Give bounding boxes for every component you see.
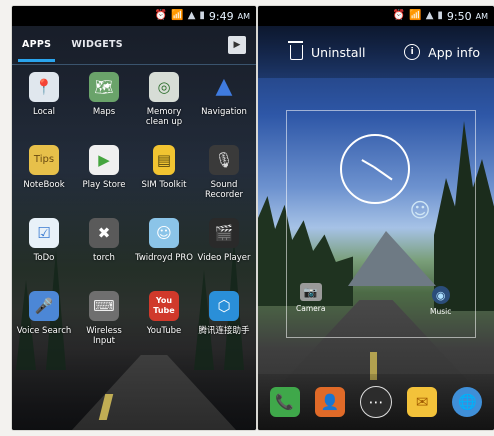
status-bar: ⏰ 📶 ▲ ▮ 9:50 AM <box>258 6 494 26</box>
app-sim-toolkit[interactable]: ▤ SIM Toolkit <box>134 145 194 218</box>
app-twidroyd-pro[interactable]: ☺ Twidroyd PRO <box>134 218 194 291</box>
app-voice-search[interactable]: 🎤 Voice Search <box>14 291 74 364</box>
drop-target-bar: Uninstall i App info <box>258 26 494 78</box>
play-store-icon[interactable]: ▶ <box>228 36 246 54</box>
app-info-target[interactable]: i App info <box>404 44 480 60</box>
status-ampm: AM <box>237 11 250 21</box>
todo-icon: ☑ <box>29 218 59 248</box>
memory-clean-icon: ◎ <box>149 72 179 102</box>
contacts-icon[interactable]: 👤 <box>314 387 345 417</box>
map-pin-icon: 📍 <box>29 72 59 102</box>
status-time: 9:50 <box>446 9 472 23</box>
app-label: 腾讯连接助手 <box>198 326 250 336</box>
app-label: torch <box>93 253 115 263</box>
app-label: Local <box>32 107 56 117</box>
torch-icon: ✖ <box>89 218 119 248</box>
microphone-icon: 🎙 <box>209 145 239 175</box>
voice-mic-icon: 🎤 <box>29 291 59 321</box>
app-video-player[interactable]: 🎬 Video Player <box>194 218 254 291</box>
email-icon[interactable]: ✉ <box>407 387 438 417</box>
dock: 📞 👤 ⋯ ✉ 🌐 <box>258 374 494 430</box>
tencent-assistant-icon: ⬡ <box>209 291 239 321</box>
app-sound-recorder[interactable]: 🎙 Sound Recorder <box>194 145 254 218</box>
status-ampm: AM <box>475 11 488 21</box>
app-play-store[interactable]: ▶ Play Store <box>74 145 134 218</box>
camera-icon: 📷 <box>299 283 322 301</box>
app-grid: 📍 Local 🗺 Maps ◎ Memory clean up ▲ Navigatio… <box>14 72 254 364</box>
app-label: NoteBook <box>23 180 65 190</box>
music-label: Music <box>430 307 452 316</box>
phone-icon[interactable]: 📞 <box>269 387 300 417</box>
alarm-icon: ⏰ <box>154 10 168 21</box>
keyboard-mouse-icon: ⌨ <box>89 291 119 321</box>
app-memory-clean-up[interactable]: ◎ Memory clean up <box>134 72 194 145</box>
app-label: ToDo <box>33 253 55 263</box>
clock-hour-hand <box>361 159 375 168</box>
signal-icon: ▲ <box>425 10 434 21</box>
wifi-icon: 📶 <box>409 10 422 21</box>
app-label: Maps <box>92 107 116 117</box>
app-notebook[interactable]: Tips NoteBook <box>14 145 74 218</box>
app-label: Voice Search <box>16 326 72 336</box>
trash-icon <box>288 40 303 60</box>
status-time: 9:49 <box>208 9 234 23</box>
play-store-icon: ▶ <box>89 145 119 175</box>
drawer-tabs: APPS WIDGETS <box>12 26 256 65</box>
sim-card-icon: ▤ <box>153 145 175 175</box>
app-label: Video Player <box>197 253 251 263</box>
tab-widgets[interactable]: WIDGETS <box>61 26 133 64</box>
tab-apps[interactable]: APPS <box>12 26 61 64</box>
youtube-icon: You Tube <box>149 291 179 321</box>
clock-minute-hand <box>373 166 393 181</box>
app-maps[interactable]: 🗺 Maps <box>74 72 134 145</box>
home-screen: ⏰ 📶 ▲ ▮ 9:50 AM Uninstall i App info ☺ 📷… <box>258 6 494 430</box>
signal-icon: ▲ <box>187 10 196 21</box>
app-torch[interactable]: ✖ torch <box>74 218 134 291</box>
app-label: Navigation <box>201 107 247 117</box>
app-info-label: App info <box>428 44 480 60</box>
camera-label: Camera <box>296 304 326 313</box>
app-drawer-screen: ⏰ 📶 ▲ ▮ 9:49 AM APPS WIDGETS ▶ 📍 Local 🗺 M… <box>12 6 256 430</box>
android-robot-icon[interactable]: ☺ <box>408 198 432 228</box>
app-label: SIM Toolkit <box>141 180 187 190</box>
analog-clock-widget[interactable] <box>340 134 410 204</box>
app-label: Play Store <box>82 180 126 190</box>
navigation-arrow-icon: ▲ <box>215 74 233 99</box>
app-label: Sound Recorder <box>204 180 244 200</box>
maps-icon: 🗺 <box>89 72 119 102</box>
browser-globe-icon[interactable]: 🌐 <box>452 387 483 417</box>
app-local[interactable]: 📍 Local <box>14 72 74 145</box>
app-navigation[interactable]: ▲ Navigation <box>194 72 254 145</box>
battery-icon: ▮ <box>437 10 443 21</box>
camera-shortcut[interactable]: 📷 Camera <box>296 283 325 313</box>
app-label: Memory clean up <box>145 107 183 127</box>
battery-icon: ▮ <box>199 10 205 21</box>
app-label: YouTube <box>146 326 182 336</box>
uninstall-target[interactable]: Uninstall <box>288 40 366 60</box>
app-todo[interactable]: ☑ ToDo <box>14 218 74 291</box>
music-icon: ◉ <box>431 286 450 304</box>
notebook-icon: Tips <box>29 145 59 175</box>
app-wireless-input[interactable]: ⌨ Wireless Input <box>74 291 134 364</box>
status-bar: ⏰ 📶 ▲ ▮ 9:49 AM <box>12 6 256 26</box>
app-drawer-icon[interactable]: ⋯ <box>359 386 392 418</box>
app-label: Wireless Input <box>86 326 122 346</box>
uninstall-label: Uninstall <box>311 44 366 60</box>
app-label: Twidroyd PRO <box>135 253 193 263</box>
music-shortcut[interactable]: ◉ Music <box>430 286 451 316</box>
wifi-icon: 📶 <box>171 10 184 21</box>
app-tencent-assistant[interactable]: ⬡ 腾讯连接助手 <box>194 291 254 364</box>
app-youtube[interactable]: You Tube YouTube <box>134 291 194 364</box>
clapperboard-icon: 🎬 <box>209 218 239 248</box>
info-icon: i <box>404 44 421 60</box>
alarm-icon: ⏰ <box>392 10 406 21</box>
twidroyd-icon: ☺ <box>149 218 179 248</box>
